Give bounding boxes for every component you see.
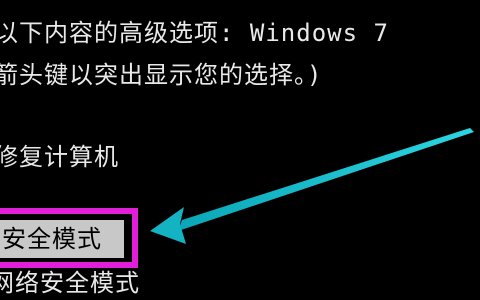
menu-item-repair-computer[interactable]: 修复计算机 bbox=[0, 142, 119, 172]
menu-item-safe-mode-networking[interactable]: 网络安全模式 bbox=[0, 268, 140, 298]
header-line-instructions: 箭头键以突出显示您的选择。) bbox=[0, 61, 323, 89]
boot-options-screen: 以下内容的高级选项: Windows 7 箭头键以突出显示您的选择。) 修复计算… bbox=[0, 0, 480, 300]
menu-item-safe-mode[interactable]: 安全模式 bbox=[0, 220, 124, 258]
annotation-highlight-box: 安全模式 bbox=[0, 208, 138, 268]
header-line-advanced-options: 以下内容的高级选项: Windows 7 bbox=[0, 19, 389, 47]
